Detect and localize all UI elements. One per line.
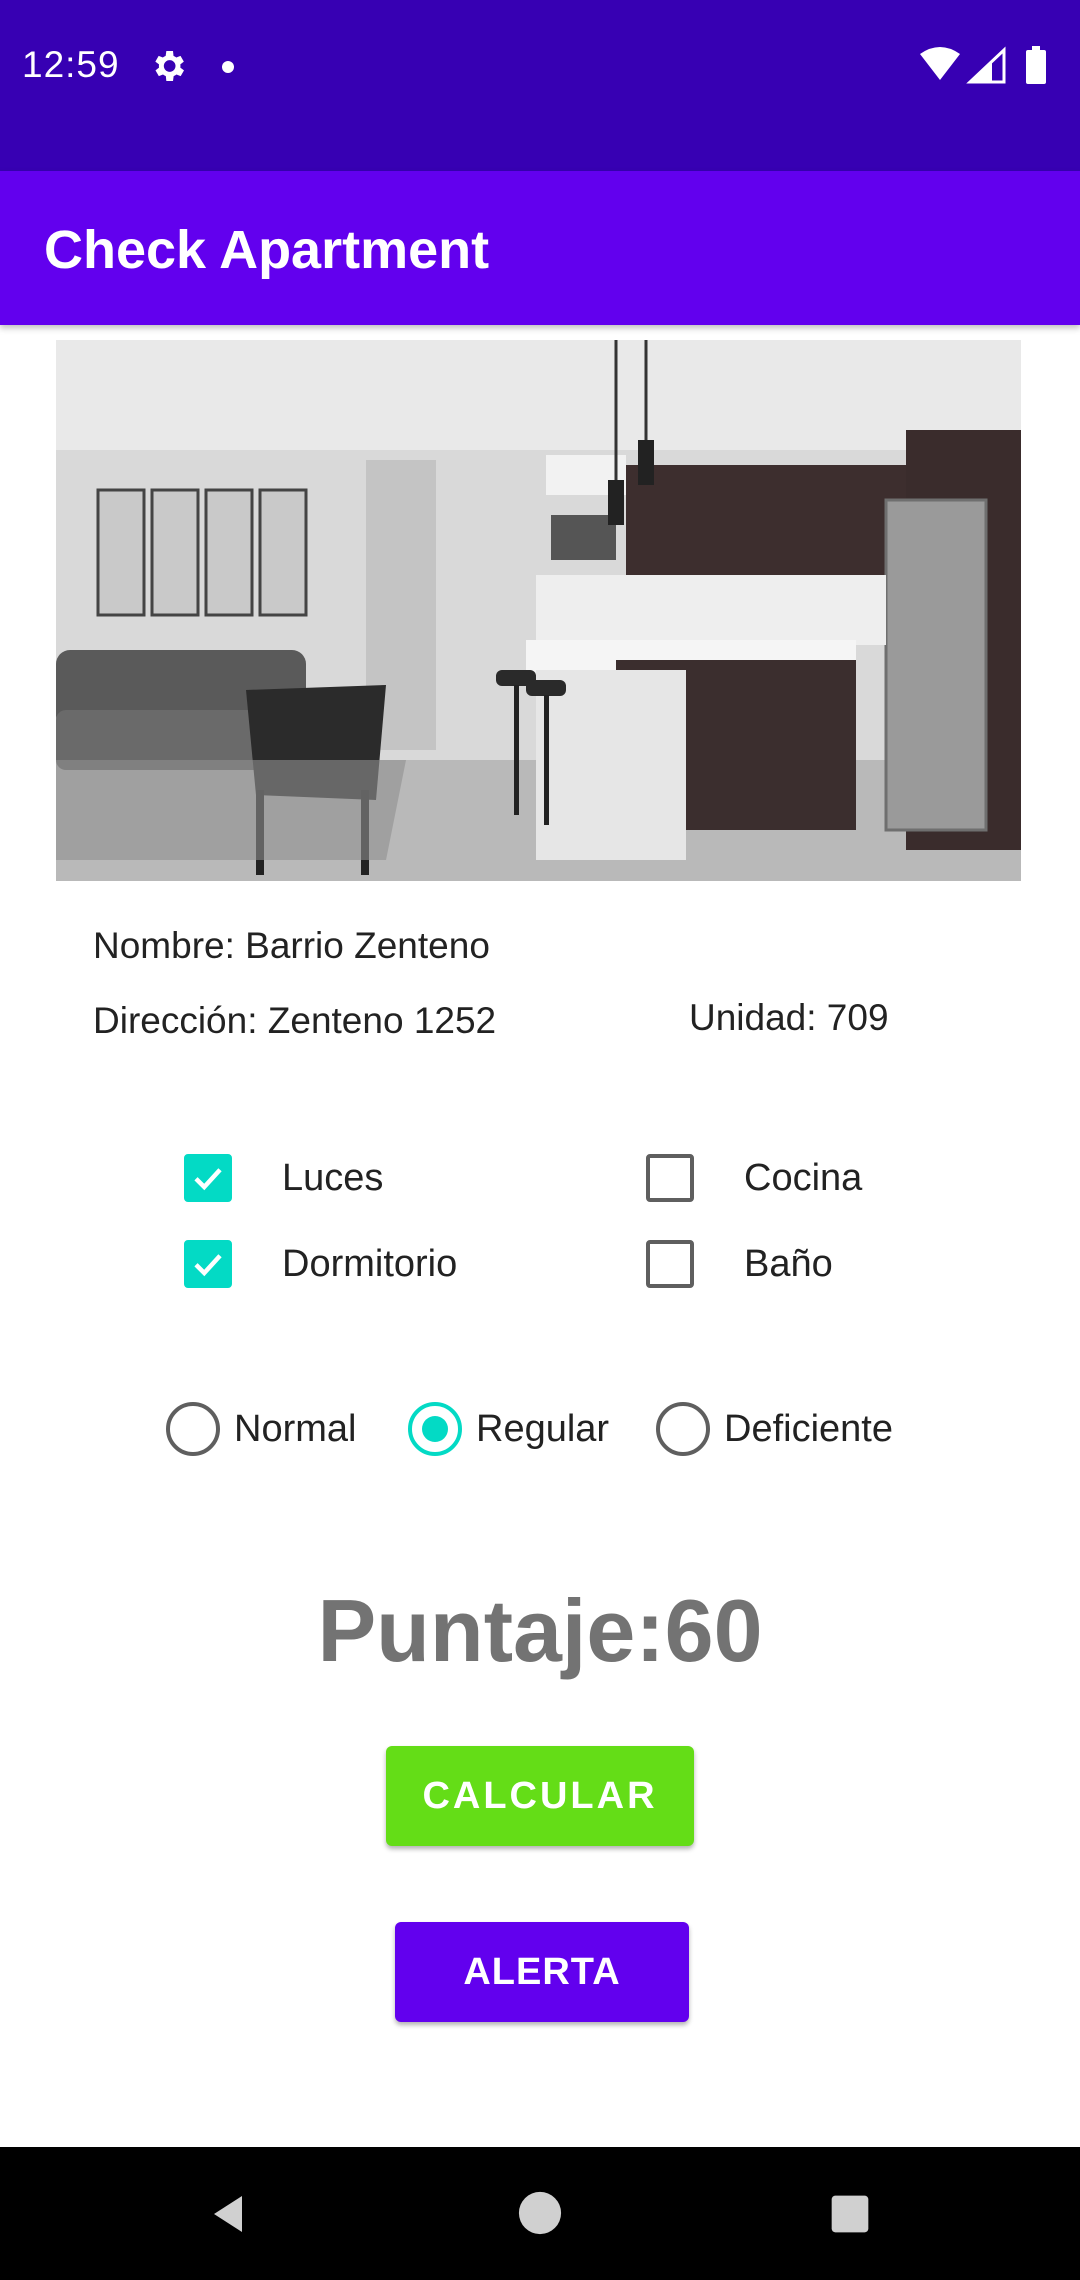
status-time: 12:59: [22, 44, 120, 85]
check-icon: [194, 1254, 222, 1277]
checkbox-luces[interactable]: Luces: [184, 1154, 383, 1202]
checkbox-cocina[interactable]: Cocina: [646, 1154, 862, 1202]
app-bar: Check Apartment: [0, 171, 1080, 325]
radio-circle[interactable]: [656, 1402, 710, 1456]
radio-circle[interactable]: [166, 1402, 220, 1456]
navigation-bar: [0, 2147, 1080, 2280]
apartment-photo: [56, 340, 1021, 881]
calculate-button[interactable]: CALCULAR: [386, 1746, 694, 1846]
radio-label: Deficiente: [724, 1407, 893, 1450]
signal-icon: [966, 46, 1006, 84]
radio-normal[interactable]: Normal: [166, 1402, 356, 1456]
status-icons: [920, 46, 1046, 84]
radio-label: Regular: [476, 1407, 610, 1450]
recents-icon[interactable]: [828, 2192, 872, 2236]
battery-icon: [1026, 46, 1046, 84]
radio-label: Normal: [234, 1407, 357, 1450]
status-bar: 12:59: [0, 0, 1080, 171]
radio-circle[interactable]: [408, 1402, 462, 1456]
notification-dot-icon: [222, 61, 234, 73]
checkbox-label: Dormitorio: [282, 1242, 458, 1285]
radio-regular[interactable]: Regular: [408, 1402, 609, 1456]
apartment-name: Nombre: Barrio Zenteno: [93, 925, 490, 966]
back-icon[interactable]: [204, 2190, 252, 2238]
check-icon: [194, 1168, 222, 1191]
radio-deficiente[interactable]: Deficiente: [656, 1402, 893, 1456]
checkbox-box[interactable]: [184, 1240, 232, 1288]
apartment-unit: Unidad: 709: [689, 997, 889, 1038]
checkbox-dormitorio[interactable]: Dormitorio: [184, 1240, 457, 1288]
wifi-icon: [920, 47, 960, 80]
home-icon[interactable]: [517, 2190, 563, 2236]
apartment-address: Dirección: Zenteno 1252: [93, 1000, 497, 1041]
gear-icon: [155, 51, 184, 81]
checkbox-box[interactable]: [646, 1240, 694, 1288]
checkbox-bano[interactable]: Baño: [646, 1240, 833, 1288]
alert-button[interactable]: ALERTA: [395, 1922, 689, 2022]
app-title: Check Apartment: [44, 220, 490, 280]
checkbox-box[interactable]: [646, 1154, 694, 1202]
checkbox-label: Luces: [282, 1156, 384, 1199]
checkbox-label: Cocina: [744, 1156, 863, 1199]
checkbox-box[interactable]: [184, 1154, 232, 1202]
checkbox-label: Baño: [744, 1242, 833, 1285]
score-text: Puntaje:60: [317, 1581, 763, 1680]
